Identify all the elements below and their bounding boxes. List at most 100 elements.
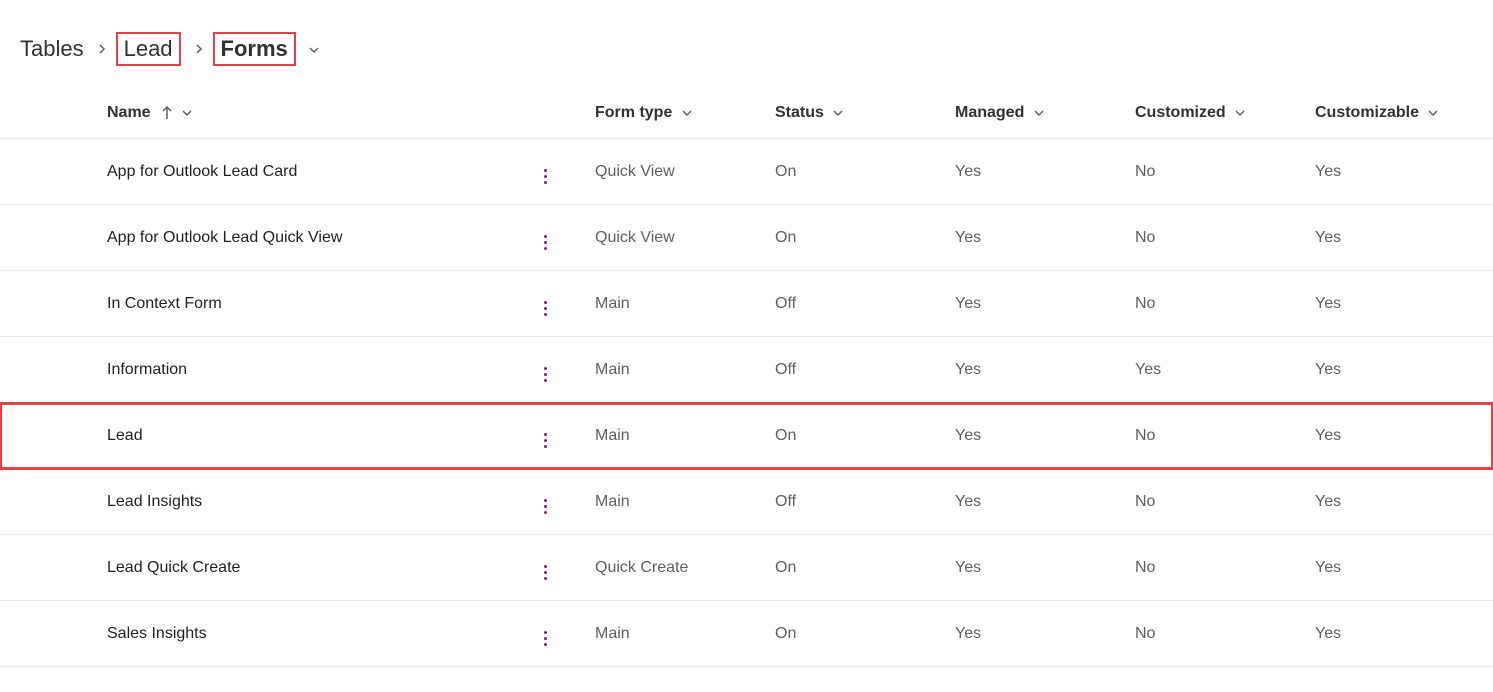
form-type-cell: Quick View bbox=[587, 205, 767, 271]
row-select-cell[interactable] bbox=[0, 469, 107, 535]
forms-table: Name Form type Status Managed bbox=[0, 90, 1493, 667]
managed-cell: Yes bbox=[947, 271, 1127, 337]
column-header-customizable[interactable]: Customizable bbox=[1307, 90, 1493, 139]
row-select-cell[interactable] bbox=[0, 601, 107, 667]
more-actions-icon[interactable] bbox=[535, 235, 555, 250]
chevron-down-icon bbox=[181, 107, 193, 119]
row-actions-cell bbox=[527, 469, 587, 535]
row-actions-cell bbox=[527, 271, 587, 337]
table-row[interactable]: Sales InsightsMainOnYesNoYes bbox=[0, 601, 1493, 667]
chevron-down-icon bbox=[832, 107, 844, 119]
more-actions-icon[interactable] bbox=[535, 499, 555, 514]
row-select-cell[interactable] bbox=[0, 205, 107, 271]
customizable-cell: Yes bbox=[1307, 271, 1493, 337]
form-name[interactable]: In Context Form bbox=[107, 271, 527, 337]
more-actions-icon[interactable] bbox=[535, 565, 555, 580]
status-cell: On bbox=[767, 535, 947, 601]
breadcrumb-current[interactable]: Forms bbox=[213, 32, 296, 66]
table-row[interactable]: InformationMainOffYesYesYes bbox=[0, 337, 1493, 403]
more-actions-icon[interactable] bbox=[535, 169, 555, 184]
customizable-cell: Yes bbox=[1307, 403, 1493, 469]
table-row[interactable]: Lead InsightsMainOffYesNoYes bbox=[0, 469, 1493, 535]
more-actions-icon[interactable] bbox=[535, 631, 555, 646]
status-cell: Off bbox=[767, 337, 947, 403]
customized-cell: No bbox=[1127, 271, 1307, 337]
row-select-cell[interactable] bbox=[0, 403, 107, 469]
table-row[interactable]: Lead Quick CreateQuick CreateOnYesNoYes bbox=[0, 535, 1493, 601]
column-label: Status bbox=[775, 104, 824, 121]
table-row[interactable]: LeadMainOnYesNoYes bbox=[0, 403, 1493, 469]
column-header-status[interactable]: Status bbox=[767, 90, 947, 139]
breadcrumb: Tables Lead Forms bbox=[0, 0, 1493, 90]
chevron-down-icon bbox=[681, 107, 693, 119]
form-type-cell: Main bbox=[587, 337, 767, 403]
customized-cell: No bbox=[1127, 601, 1307, 667]
form-type-cell: Quick Create bbox=[587, 535, 767, 601]
form-type-cell: Quick View bbox=[587, 139, 767, 205]
managed-cell: Yes bbox=[947, 535, 1127, 601]
customizable-cell: Yes bbox=[1307, 469, 1493, 535]
customized-cell: No bbox=[1127, 139, 1307, 205]
row-actions-cell bbox=[527, 403, 587, 469]
form-name[interactable]: Lead bbox=[107, 403, 527, 469]
chevron-right-icon bbox=[189, 40, 205, 58]
customized-cell: No bbox=[1127, 205, 1307, 271]
row-actions-cell bbox=[527, 535, 587, 601]
row-select-cell[interactable] bbox=[0, 271, 107, 337]
row-actions-cell bbox=[527, 139, 587, 205]
table-row[interactable]: In Context FormMainOffYesNoYes bbox=[0, 271, 1493, 337]
row-actions-cell bbox=[527, 601, 587, 667]
chevron-down-icon bbox=[1427, 107, 1439, 119]
customized-cell: No bbox=[1127, 535, 1307, 601]
customizable-cell: Yes bbox=[1307, 601, 1493, 667]
column-label: Customizable bbox=[1315, 104, 1419, 121]
form-name[interactable]: App for Outlook Lead Quick View bbox=[107, 205, 527, 271]
breadcrumb-tables[interactable]: Tables bbox=[20, 36, 84, 62]
breadcrumb-entity[interactable]: Lead bbox=[116, 32, 181, 66]
managed-cell: Yes bbox=[947, 403, 1127, 469]
column-header-formtype[interactable]: Form type bbox=[587, 90, 767, 139]
column-header-name[interactable]: Name bbox=[107, 90, 527, 139]
column-label: Name bbox=[107, 104, 151, 121]
customizable-cell: Yes bbox=[1307, 205, 1493, 271]
row-select-cell[interactable] bbox=[0, 139, 107, 205]
chevron-down-icon bbox=[1033, 107, 1045, 119]
status-cell: On bbox=[767, 205, 947, 271]
customizable-cell: Yes bbox=[1307, 535, 1493, 601]
status-cell: On bbox=[767, 403, 947, 469]
more-actions-icon[interactable] bbox=[535, 301, 555, 316]
chevron-right-icon bbox=[92, 40, 108, 58]
row-actions-cell bbox=[527, 337, 587, 403]
managed-cell: Yes bbox=[947, 139, 1127, 205]
column-header-select[interactable] bbox=[0, 90, 107, 139]
row-select-cell[interactable] bbox=[0, 535, 107, 601]
row-actions-cell bbox=[527, 205, 587, 271]
form-type-cell: Main bbox=[587, 469, 767, 535]
form-name[interactable]: Sales Insights bbox=[107, 601, 527, 667]
status-cell: Off bbox=[767, 271, 947, 337]
form-name[interactable]: Lead Insights bbox=[107, 469, 527, 535]
more-actions-icon[interactable] bbox=[535, 367, 555, 382]
customizable-cell: Yes bbox=[1307, 139, 1493, 205]
managed-cell: Yes bbox=[947, 601, 1127, 667]
column-header-customized[interactable]: Customized bbox=[1127, 90, 1307, 139]
customized-cell: No bbox=[1127, 403, 1307, 469]
managed-cell: Yes bbox=[947, 337, 1127, 403]
table-row[interactable]: App for Outlook Lead Quick View Quick Vie… bbox=[0, 205, 1493, 271]
chevron-down-icon[interactable] bbox=[304, 36, 320, 62]
managed-cell: Yes bbox=[947, 205, 1127, 271]
table-row[interactable]: App for Outlook Lead CardQuick ViewOnYes… bbox=[0, 139, 1493, 205]
form-name[interactable]: App for Outlook Lead Card bbox=[107, 139, 527, 205]
row-select-cell[interactable] bbox=[0, 337, 107, 403]
status-cell: On bbox=[767, 139, 947, 205]
more-actions-icon[interactable] bbox=[535, 433, 555, 448]
form-name[interactable]: Information bbox=[107, 337, 527, 403]
form-type-cell: Main bbox=[587, 271, 767, 337]
form-name[interactable]: Lead Quick Create bbox=[107, 535, 527, 601]
status-cell: Off bbox=[767, 469, 947, 535]
column-label: Managed bbox=[955, 104, 1024, 121]
form-type-cell: Main bbox=[587, 403, 767, 469]
column-label: Form type bbox=[595, 104, 672, 121]
column-header-managed[interactable]: Managed bbox=[947, 90, 1127, 139]
customized-cell: No bbox=[1127, 469, 1307, 535]
